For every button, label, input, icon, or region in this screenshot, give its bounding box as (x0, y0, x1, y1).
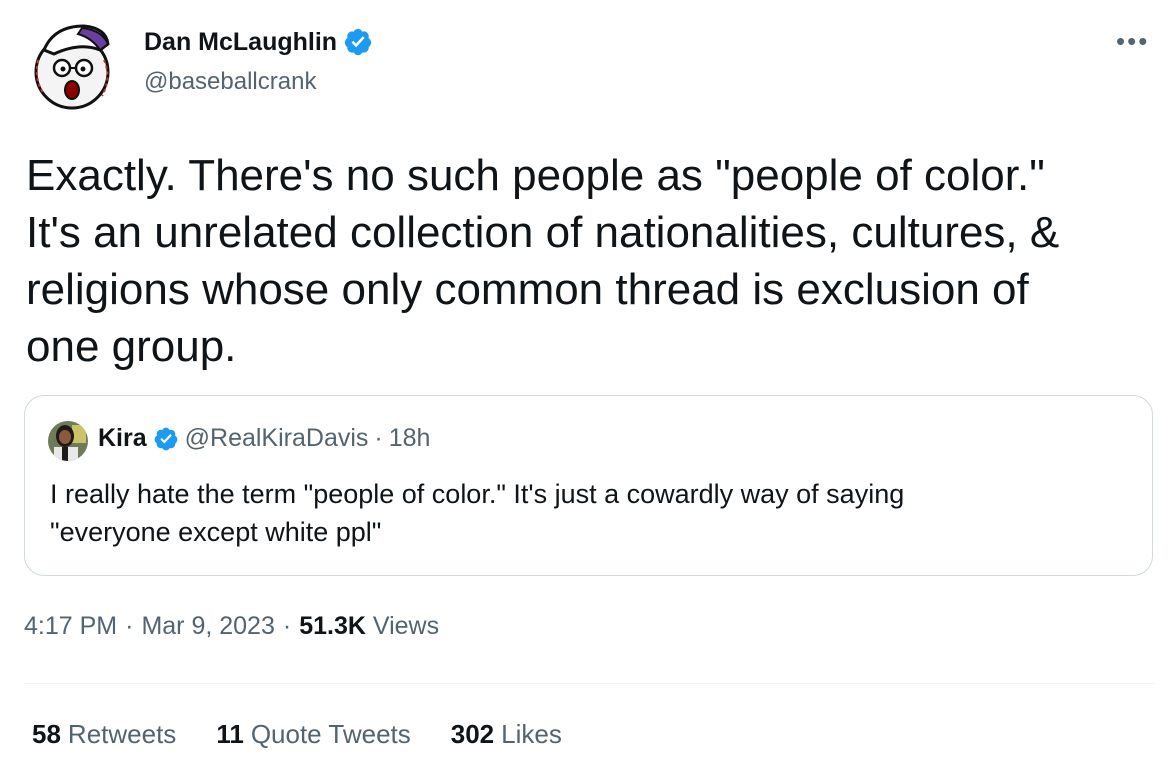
separator-dot: · (125, 612, 134, 640)
tweet-date[interactable]: Mar 9, 2023 (141, 612, 274, 641)
likes-count: 302 (450, 719, 495, 749)
separator-dot: · (374, 424, 383, 452)
likes-stat[interactable]: 302 Likes (451, 719, 562, 750)
verified-badge-icon (343, 27, 373, 57)
quoted-tweet-text: I really hate the term "people of color.… (50, 479, 905, 547)
likes-label: Likes (501, 719, 562, 749)
tweet-text: Exactly. There's no such people as "peop… (26, 151, 1060, 371)
quoted-tweet-time[interactable]: 18h (389, 424, 431, 453)
quoted-author-name[interactable]: Kira (98, 424, 147, 453)
engagement-stats: 58 Retweets 11 Quote Tweets 302 Likes (32, 719, 562, 750)
verified-badge-icon (153, 426, 179, 452)
separator-dot: · (282, 612, 292, 640)
retweets-count: 58 (32, 719, 61, 749)
quoted-author-avatar[interactable] (48, 421, 88, 461)
views-count: 51.3K (299, 612, 366, 640)
quote-tweets-stat[interactable]: 11 Quote Tweets (216, 719, 410, 750)
author-handle[interactable]: @baseballcrank (144, 68, 316, 96)
quoted-author-handle[interactable]: @RealKiraDavis (185, 424, 369, 453)
views[interactable]: 51.3K Views (299, 612, 439, 641)
more-options-icon[interactable]: ••• (1116, 28, 1149, 54)
author-name[interactable]: Dan McLaughlin (144, 28, 337, 57)
divider (24, 683, 1155, 684)
quoted-tweet-header: Kira @RealKiraDavis · 18h (98, 424, 430, 453)
retweets-stat[interactable]: 58 Retweets (32, 719, 176, 750)
tweet-meta: 4:17 PM · Mar 9, 2023 · 51.3K Views (24, 612, 439, 641)
retweets-label: Retweets (67, 719, 177, 749)
author-name-row[interactable]: Dan McLaughlin (144, 27, 373, 57)
tweet-time[interactable]: 4:17 PM (24, 612, 117, 641)
quote-tweets-count: 11 (216, 719, 244, 749)
author-avatar[interactable] (30, 20, 118, 112)
views-label: Views (372, 612, 440, 640)
quote-tweets-label: Quote Tweets (250, 719, 411, 749)
